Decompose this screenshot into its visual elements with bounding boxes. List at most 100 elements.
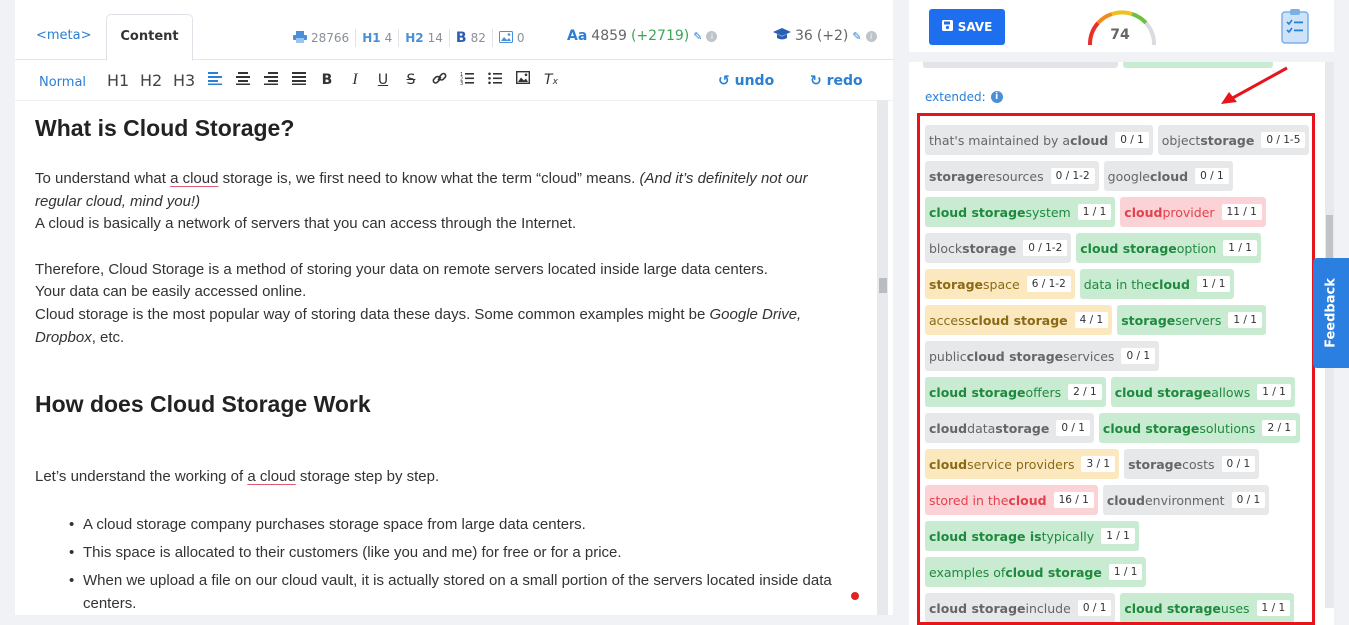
keyword-chip[interactable]: cloud storage allows 1 / 1: [1110, 377, 1295, 407]
h2-count: 14: [427, 31, 443, 45]
bold-icon[interactable]: B: [318, 71, 336, 89]
keyword-count: 3 / 1: [1081, 456, 1116, 472]
keyword-count: 0 / 1-5: [1261, 132, 1306, 148]
svg-text:3: 3: [460, 81, 463, 85]
keyword-chip[interactable]: block storage 0 / 1-2: [925, 233, 1072, 263]
keyword-chip[interactable]: storage resources 0 / 1-2: [925, 161, 1099, 191]
bold-icon: B: [455, 30, 467, 46]
clear-format-icon[interactable]: Tx: [542, 71, 560, 89]
editor-tabs: <meta> Content 28766 H1 4 H2 14 B 82 0 A…: [15, 0, 893, 61]
keyword-text: option: [1176, 240, 1217, 256]
keyword-chip[interactable]: cloud data storage 0 / 1: [925, 413, 1094, 443]
keyword-text: uses: [1220, 600, 1250, 616]
format-select[interactable]: Normal: [39, 75, 86, 90]
undo-label: undo: [734, 73, 775, 89]
keyword-count: 2 / 1: [1068, 384, 1102, 400]
keyword-chip[interactable]: google cloud 0 / 1: [1103, 161, 1233, 191]
keywords-panel: extended: i that's maintained by a cloud…: [909, 62, 1334, 625]
panel-scroll-thumb[interactable]: [1326, 215, 1333, 263]
keyword-chip[interactable]: that's maintained by a cloud 0 / 1: [925, 125, 1153, 155]
keyword-text: storage: [1200, 132, 1255, 148]
keyword-text: cloud storage: [929, 204, 1026, 220]
keyword-chip[interactable]: public cloud storage services 0 / 1: [925, 341, 1160, 371]
keyword-chip[interactable]: cloud provider 11 / 1: [1120, 197, 1266, 227]
keyword-chip[interactable]: cloud service providers 3 / 1: [925, 449, 1120, 479]
keyword-count: 11 / 1: [1221, 204, 1262, 220]
keyword-chip[interactable]: cloud storage solutions 2 / 1: [1098, 413, 1301, 443]
keyword-text: data: [967, 420, 996, 436]
image-icon: [498, 30, 513, 46]
underlined-keyword: a cloud: [247, 468, 296, 485]
keyword-chip[interactable]: cloud storage offers 2 / 1: [925, 377, 1106, 407]
keyword-count: 2 / 1: [1262, 420, 1297, 436]
keyword-chip[interactable]: stored in the cloud 16 / 1: [925, 485, 1098, 515]
document-body[interactable]: What is Cloud Storage? To understand wha…: [35, 101, 875, 615]
feedback-label[interactable]: Feedback: [1324, 278, 1339, 348]
ordered-list-icon[interactable]: 123: [458, 71, 476, 89]
paragraph: Let’s understand the working of a cloud …: [35, 468, 440, 485]
bold-stat: B 82: [450, 29, 493, 47]
undo-button[interactable]: ↺ undo: [718, 73, 774, 89]
highlighted-keywords-box: that's maintained by a cloud 0 / 1 object …: [917, 113, 1315, 625]
redo-button[interactable]: ↻ redo: [810, 73, 863, 89]
keyword-chip[interactable]: cloud storage is typically 1 / 1: [925, 521, 1139, 551]
strikethrough-icon[interactable]: S: [402, 71, 420, 89]
red-arrow-icon: [1221, 66, 1288, 104]
keyword-text: provider: [1162, 204, 1215, 220]
keyword-chip[interactable]: examples of cloud storage 1 / 1: [925, 557, 1147, 587]
font-size-icon: Aa: [567, 28, 588, 44]
keyword-count: 0 / 1: [1195, 168, 1229, 184]
align-justify-icon[interactable]: [290, 71, 308, 89]
italic-icon[interactable]: I: [346, 71, 364, 89]
image-icon[interactable]: [514, 70, 532, 89]
align-center-icon[interactable]: [234, 71, 252, 89]
info-icon[interactable]: i: [706, 30, 718, 42]
keyword-text: cloud: [1124, 204, 1163, 220]
keyword-text: cloud storage: [966, 348, 1064, 364]
keyword-chip[interactable]: cloud storage uses 1 / 1: [1120, 593, 1295, 622]
editor-scrollbar[interactable]: [877, 100, 888, 615]
tab-meta[interactable]: <meta>: [20, 14, 108, 61]
keyword-count: 1 / 1: [1256, 600, 1291, 616]
keyword-text: cloud storage: [971, 312, 1068, 328]
keyword-chip[interactable]: storage costs 0 / 1: [1124, 449, 1260, 479]
bullet-list-icon[interactable]: [486, 71, 504, 89]
content-score: 74: [1110, 27, 1130, 43]
keyword-chip[interactable]: object storage 0 / 1-5: [1157, 125, 1310, 155]
keyword-text: cloud storage: [1080, 240, 1177, 256]
keyword-count: 0 / 1: [1221, 456, 1256, 472]
keyword-text: cloud storage: [1005, 564, 1102, 580]
keyword-text: cloud: [1070, 132, 1109, 148]
tab-content[interactable]: Content: [106, 14, 193, 61]
keyword-chip[interactable]: cloud storage option 1 / 1: [1076, 233, 1261, 263]
underline-icon[interactable]: U: [374, 71, 392, 89]
info-icon[interactable]: i: [865, 30, 877, 42]
keyword-chip[interactable]: data in the cloud 1 / 1: [1079, 269, 1235, 299]
link-icon[interactable]: [430, 71, 448, 89]
editor-scroll-thumb[interactable]: [879, 278, 887, 293]
save-button[interactable]: SAVE: [929, 9, 1005, 45]
keyword-chip[interactable]: cloud environment 0 / 1: [1102, 485, 1270, 515]
info-icon[interactable]: i: [990, 91, 1003, 103]
keyword-chips: that's maintained by a cloud 0 / 1 object …: [925, 125, 1312, 622]
h1-count: 4: [384, 31, 393, 45]
keyword-text: cloud: [1008, 492, 1047, 508]
h3-button[interactable]: H3: [173, 71, 195, 90]
readability-value: 36: [795, 28, 813, 44]
edit-icon[interactable]: ✎: [693, 30, 702, 43]
keyword-chip[interactable]: cloud storage system 1 / 1: [925, 197, 1116, 227]
keyword-chip[interactable]: access cloud storage 4 / 1: [925, 305, 1113, 335]
align-left-icon[interactable]: [206, 71, 224, 89]
keyword-count: 6 / 1-2: [1026, 276, 1071, 292]
keyword-chip[interactable]: cloud storage include 0 / 1: [925, 593, 1116, 622]
keyword-text: storage: [929, 276, 984, 292]
h1-button[interactable]: H1: [107, 71, 129, 90]
align-right-icon[interactable]: [262, 71, 280, 89]
keyword-count: 1 / 1: [1077, 204, 1112, 220]
edit-icon[interactable]: ✎: [852, 30, 861, 43]
keyword-count: 1 / 1: [1257, 384, 1291, 400]
checklist-icon[interactable]: [1281, 8, 1309, 44]
h2-button[interactable]: H2: [140, 71, 162, 90]
keyword-chip[interactable]: storage servers 1 / 1: [1117, 305, 1266, 335]
keyword-chip[interactable]: storage space 6 / 1-2: [925, 269, 1075, 299]
